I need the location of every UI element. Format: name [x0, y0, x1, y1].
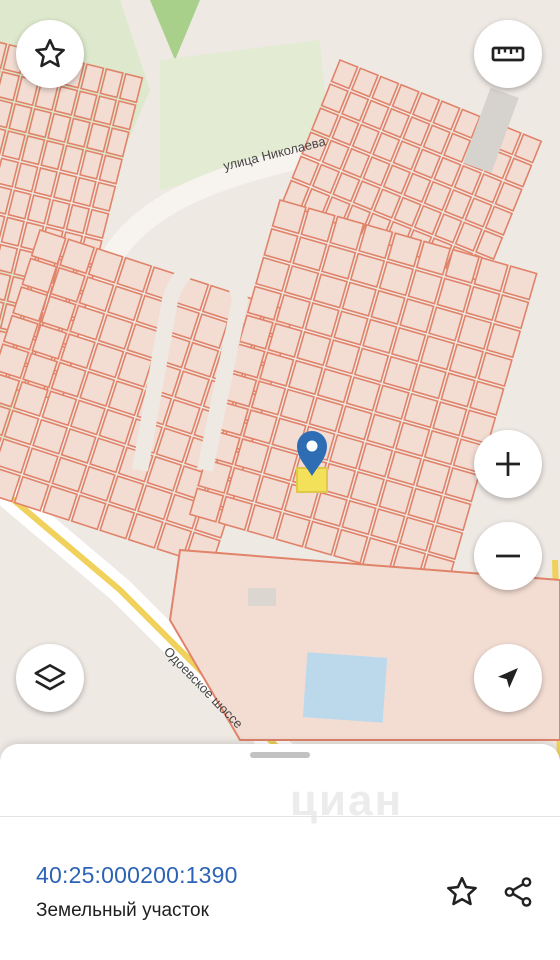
- cadastral-number[interactable]: 40:25:000200:1390: [36, 862, 238, 889]
- sheet-divider: [0, 816, 560, 817]
- watermark: циан: [290, 776, 404, 825]
- map-canvas[interactable]: [0, 0, 560, 760]
- sheet-favorite-button[interactable]: [440, 870, 484, 914]
- ruler-icon: [491, 46, 525, 62]
- plus-icon: [496, 452, 520, 476]
- building: [248, 588, 276, 606]
- minus-icon: [496, 554, 520, 558]
- share-icon: [504, 877, 532, 907]
- zoom-in-button[interactable]: [474, 430, 542, 498]
- favorite-button[interactable]: [16, 20, 84, 88]
- property-type: Земельный участок: [36, 900, 209, 921]
- navigation-arrow-icon: [498, 668, 518, 688]
- water-body: [302, 652, 388, 723]
- layers-button[interactable]: [16, 644, 84, 712]
- ruler-button[interactable]: [474, 20, 542, 88]
- my-location-button[interactable]: [474, 644, 542, 712]
- sheet-drag-handle[interactable]: [250, 752, 310, 758]
- property-bottom-sheet[interactable]: циан 40:25:000200:1390 Земельный участок: [0, 744, 560, 960]
- zoom-out-button[interactable]: [474, 522, 542, 590]
- share-button[interactable]: [496, 870, 540, 914]
- star-icon: [35, 38, 65, 68]
- star-icon: [447, 876, 477, 906]
- layers-icon: [34, 664, 66, 691]
